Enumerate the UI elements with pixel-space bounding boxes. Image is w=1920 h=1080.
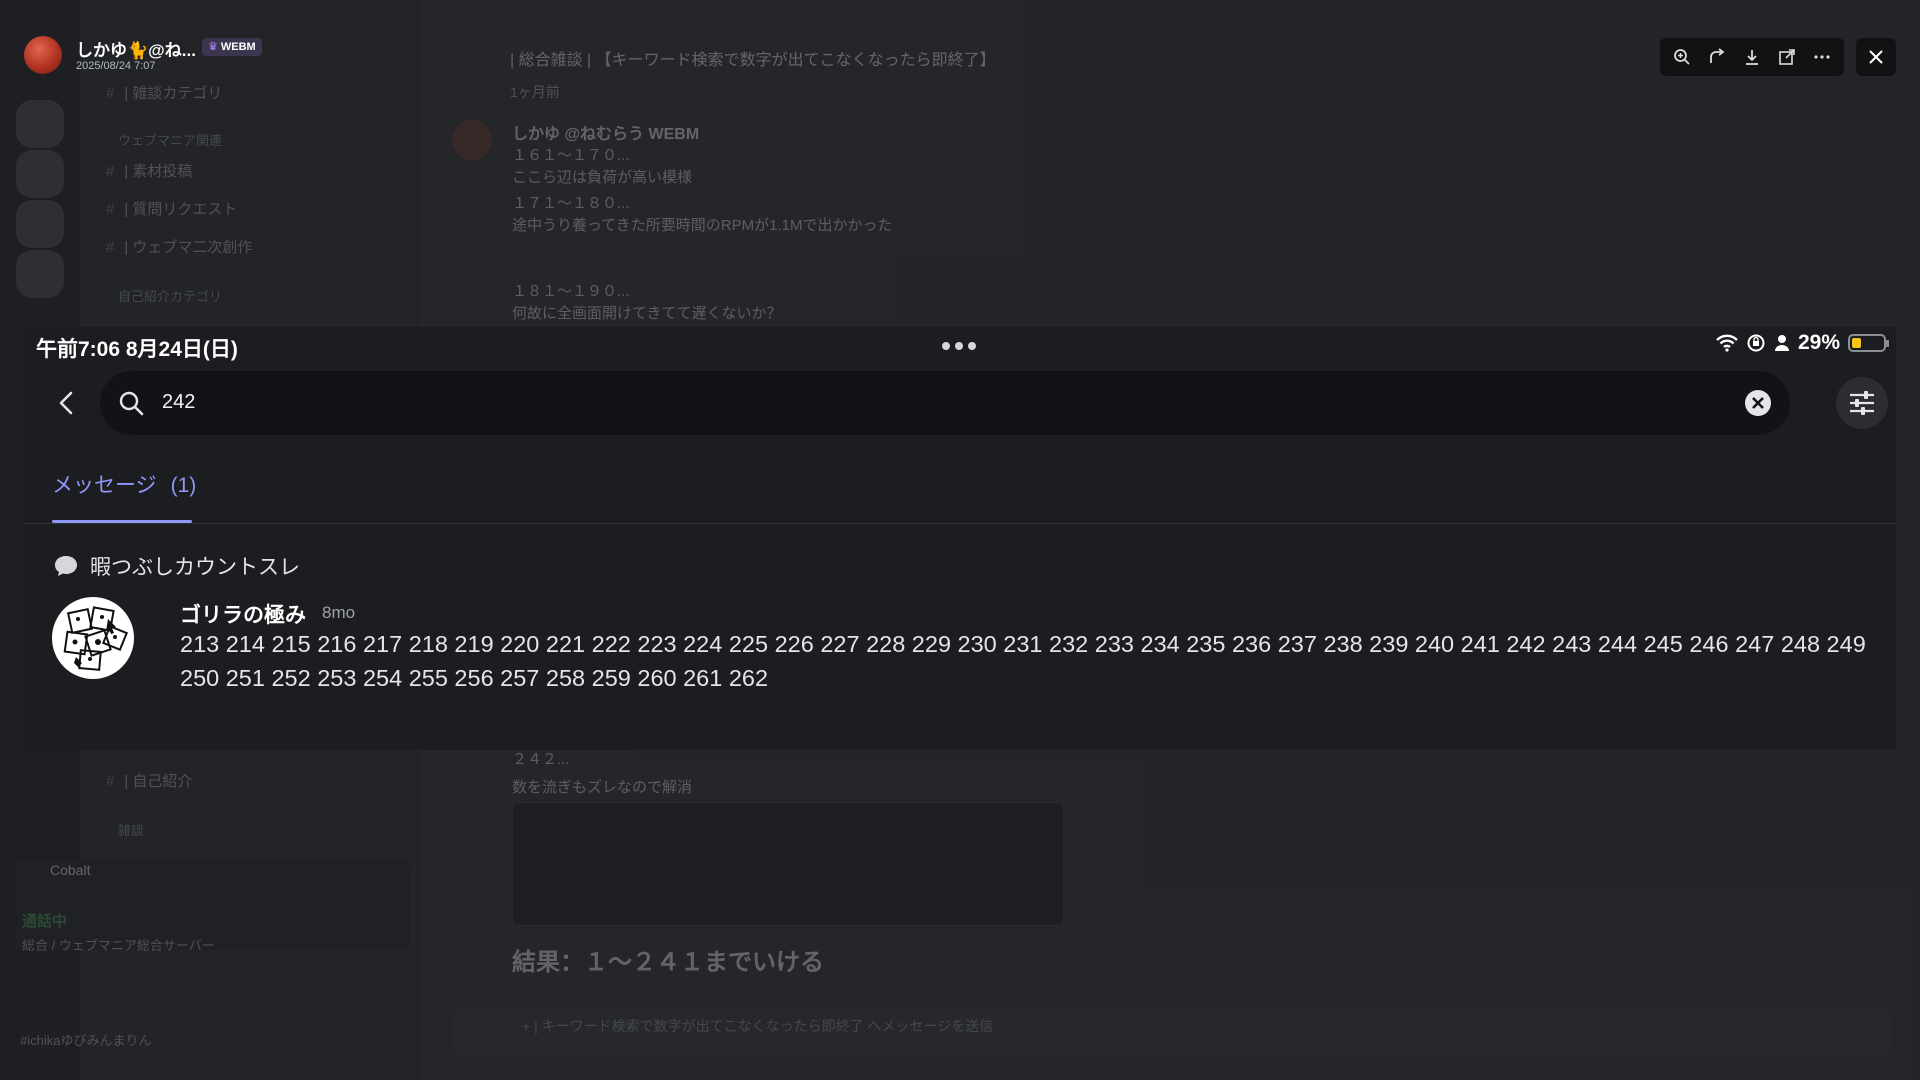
thread-header[interactable]: 暇つぶしカウントスレ <box>54 551 300 581</box>
search-row: 242 <box>24 371 1896 435</box>
search-icon <box>119 391 144 416</box>
message-line: ２４２... <box>512 751 570 768</box>
message-line: ここら辺は負荷が高い模様 <box>512 169 693 186</box>
channel-item: # | ウェブマ二次創作 <box>106 239 253 256</box>
clear-search-icon[interactable] <box>1744 389 1772 417</box>
upload-date: 2025/08/24 7:07 <box>76 60 156 72</box>
more-icon[interactable] <box>1807 42 1837 72</box>
tab-active-indicator <box>52 520 192 523</box>
wifi-icon <box>1716 334 1738 352</box>
dice-pattern-icon <box>63 606 129 671</box>
thread-name: 暇つぶしカウントスレ <box>90 556 300 579</box>
viewed-image[interactable]: 午前7:06 8月24日(日) 29% 242 メッセージ (1) 暇つぶしカウン… <box>24 327 1896 750</box>
message-result-line: 結果：１～２４１までいける <box>512 949 824 976</box>
close-button[interactable] <box>1856 38 1896 76</box>
tab-messages[interactable]: メッセージ (1) <box>52 469 196 499</box>
status-indicators: 29% <box>1716 331 1889 355</box>
message-line: 途中うり養ってきた所要時間のRPMが1.1Mで出かかった <box>512 217 893 234</box>
viewer-toolbar <box>1660 38 1844 76</box>
orientation-lock-icon <box>1747 334 1765 352</box>
filter-button[interactable] <box>1836 377 1888 429</box>
download-icon[interactable] <box>1737 42 1767 72</box>
message-author: しかゆ @ねむらう WEBM <box>512 126 700 143</box>
battery-percent: 29% <box>1797 331 1840 354</box>
back-button[interactable] <box>46 383 86 423</box>
ipad-status-bar: 午前7:06 8月24日(日) 29% <box>24 327 1896 361</box>
server-icon <box>16 150 64 198</box>
message-line: 何故に全画面開けてきてて遅くないか？ <box>512 305 782 322</box>
result-tabs: メッセージ (1) <box>24 453 1896 524</box>
channel-item: # | 質問リクエスト <box>106 201 238 218</box>
channel-item: # | 自己紹介 <box>106 773 193 790</box>
message-line: １６１～１７０... <box>512 147 630 164</box>
message-input <box>452 1010 1892 1054</box>
channel-item: # | 素材投稿 <box>106 163 193 180</box>
search-query[interactable]: 242 <box>162 391 195 414</box>
message-timestamp: 8mo <box>322 603 356 622</box>
uploader-badge: ♛ WEBM <box>202 38 262 56</box>
voice-channel-name: 総合 / ウェブマニア総合サーバー <box>22 938 215 953</box>
uploader-name[interactable]: しかゆ🐈@ね... <box>76 36 196 61</box>
channel-category: ウェブマニア関連 <box>118 133 223 148</box>
thread-bubble-icon <box>55 556 77 576</box>
server-icon <box>16 200 64 248</box>
search-input[interactable]: 242 <box>100 371 1790 435</box>
author-avatar[interactable] <box>52 597 134 679</box>
close-icon <box>1869 50 1883 64</box>
chevron-left-icon <box>59 391 73 415</box>
open-external-icon[interactable] <box>1772 42 1802 72</box>
media-viewer-header: しかゆ🐈@ね... ♛ WEBM 2025/08/24 7:07 <box>0 0 1920 100</box>
server-icon <box>16 100 64 148</box>
sliders-icon <box>1850 391 1874 415</box>
battery-icon <box>1848 334 1889 352</box>
channel-category: 雑談 <box>118 823 145 838</box>
message-avatar <box>452 120 492 160</box>
author-name[interactable]: ゴリラの極み <box>180 599 306 629</box>
message-content: 213 214 215 216 217 218 219 220 221 222 … <box>180 631 1866 691</box>
multitask-dots-icon <box>942 342 976 350</box>
voice-status: 通話中 <box>22 913 68 930</box>
battery-level <box>1852 338 1861 348</box>
image-embed <box>512 802 1064 926</box>
message-input-placeholder: + | キーワード検索で数字が出てこなくなったら即終了 へメッセージを送信 <box>522 1018 994 1034</box>
uploader-avatar[interactable] <box>24 36 62 74</box>
status-time: 午前7:06 8月24日(日) <box>36 338 238 361</box>
person-icon <box>1774 335 1789 351</box>
channel-category: 自己紹介カテゴリ <box>118 289 223 304</box>
message-line: １８１～１９０... <box>512 283 630 300</box>
message-line: 数を流ぎもズレなので解消 <box>512 779 693 796</box>
voice-panel <box>10 860 410 950</box>
rotate-icon[interactable] <box>1702 42 1732 72</box>
message-line: １７１～１８０... <box>512 195 630 212</box>
badge-icon: ♛ <box>208 41 218 53</box>
user-tag: #ichikaゆびみんまりん <box>20 1033 152 1048</box>
voice-title: Cobalt <box>50 862 91 878</box>
zoom-in-icon[interactable] <box>1667 42 1697 72</box>
server-icon <box>16 250 64 298</box>
